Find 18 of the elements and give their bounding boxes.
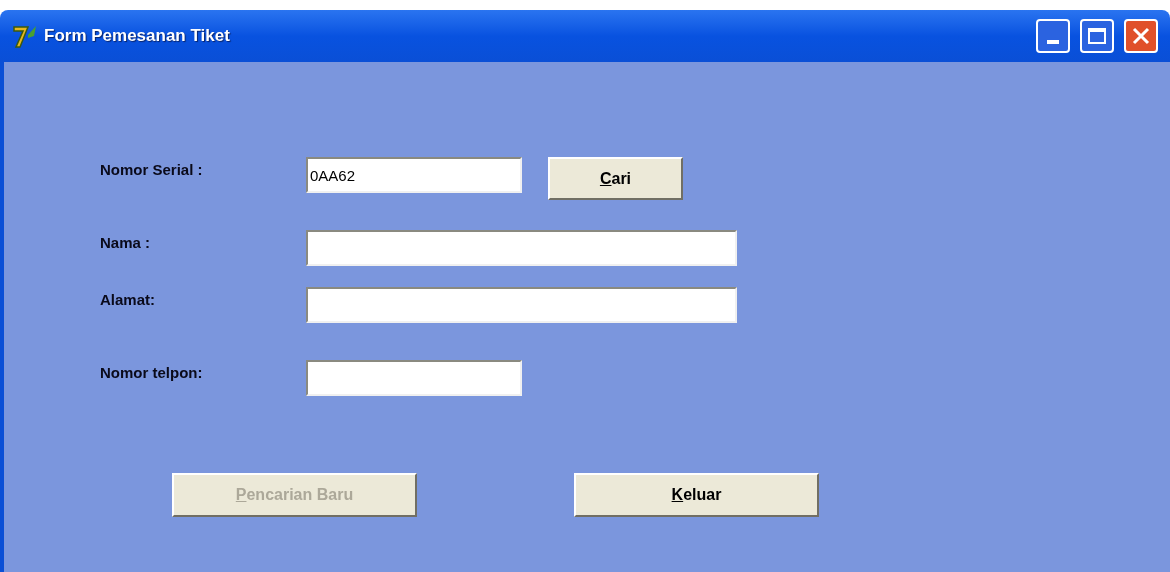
field-label: Nama : xyxy=(100,233,152,253)
minimize-icon xyxy=(1047,40,1059,44)
input-field[interactable]: 0AA62 xyxy=(306,157,522,193)
close-button[interactable] xyxy=(1124,19,1158,53)
maximize-button[interactable] xyxy=(1080,19,1114,53)
field-label: Nomor Serial : xyxy=(100,160,204,180)
input-field[interactable] xyxy=(306,230,737,266)
close-icon xyxy=(1132,27,1150,45)
input-field[interactable] xyxy=(306,287,737,323)
field-label: Alamat: xyxy=(100,290,156,310)
maximize-icon xyxy=(1088,28,1106,44)
action-button[interactable]: Keluar xyxy=(574,473,819,517)
field-label: Nomor telpon: xyxy=(100,363,204,383)
window-title: Form Pemesanan Tiket xyxy=(44,25,230,48)
app-icon xyxy=(12,23,38,49)
minimize-button[interactable] xyxy=(1036,19,1070,53)
input-field[interactable] xyxy=(306,360,522,396)
search-button[interactable]: Cari xyxy=(548,157,683,200)
